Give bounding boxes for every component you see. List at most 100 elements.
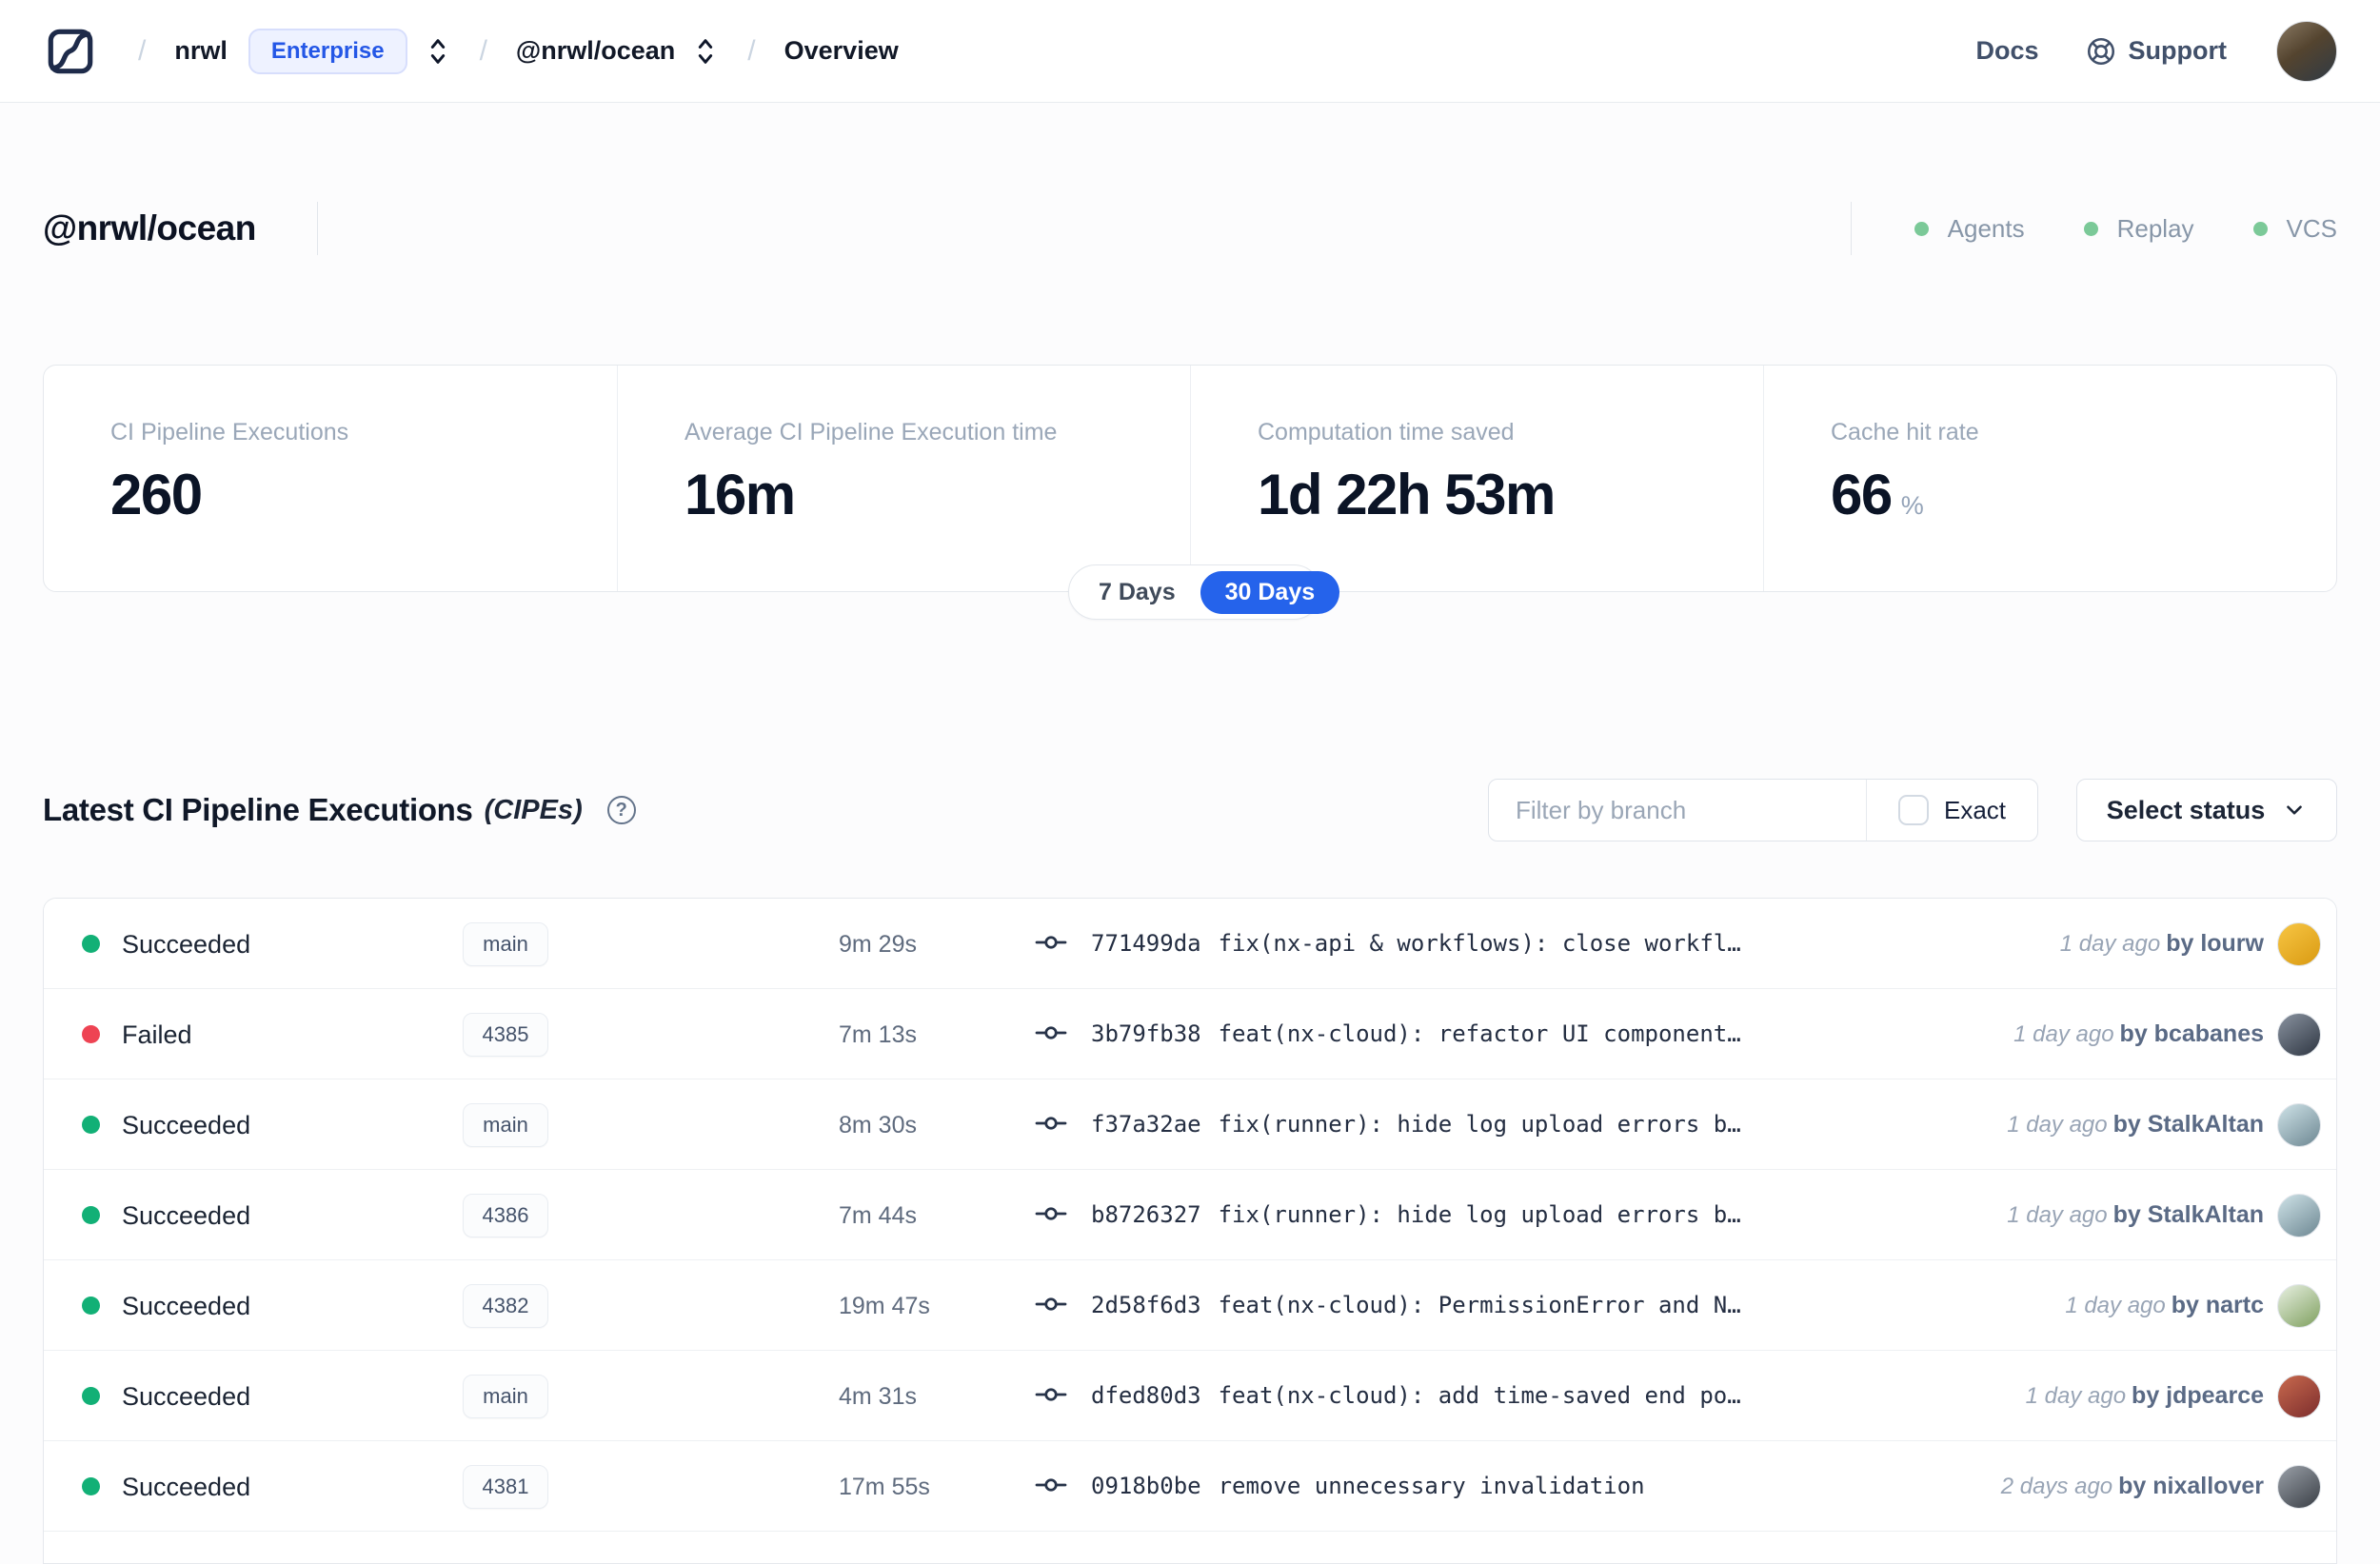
stat-card: Computation time saved 1d 22h 53m	[1190, 366, 1763, 591]
cipe-table-row[interactable]: Succeeded main 4m 31s dfed80d3 feat(nx-cl…	[44, 1351, 2336, 1441]
author-avatar	[2277, 1102, 2321, 1147]
branch-cell: main	[415, 1079, 596, 1170]
integrations-list: Agents Replay VCS	[1914, 214, 2337, 244]
commit-message: fix(runner): hide log upload errors b…	[1218, 1111, 1741, 1138]
integration-status-dot-icon	[2252, 221, 2268, 236]
integration-status[interactable]: Agents	[1914, 214, 2025, 244]
cipe-table-row[interactable]: Succeeded 4382 19m 47s 2d58f6d3 feat(nx-c…	[44, 1260, 2336, 1351]
nx-cloud-dashboard: / nrwl Enterprise / @nrwl/ocean / Overvi…	[0, 0, 2380, 1564]
author-label: by nartc	[2171, 1292, 2264, 1318]
status-select-dropdown[interactable]: Select status	[2076, 779, 2337, 841]
duration-label: 19m 47s	[839, 1293, 930, 1319]
support-link[interactable]: Support	[2085, 35, 2227, 68]
stat-value: 1d 22h 53m	[1258, 462, 1763, 527]
cipe-table-row[interactable]: Succeeded main 9m 29s 771499da fix(nx-api…	[44, 899, 2336, 989]
commit-hash: dfed80d3	[1091, 1382, 1201, 1409]
stat-value: 66%	[1831, 462, 2336, 527]
time-ago-label: 1 day ago	[2007, 1112, 2108, 1138]
support-label: Support	[2128, 36, 2227, 65]
exact-label: Exact	[1943, 795, 2007, 824]
author-label: by nixallover	[2118, 1473, 2264, 1499]
range-option-7-days[interactable]: 7 Days	[1074, 571, 1200, 614]
commit-text: dfed80d3 feat(nx-cloud): add time-saved e…	[1091, 1382, 1741, 1409]
range-option-30-days[interactable]: 30 Days	[1200, 570, 1340, 614]
help-icon[interactable]: ?	[606, 796, 636, 824]
integration-label: Replay	[2116, 213, 2194, 243]
cipe-table: Succeeded main 9m 29s 771499da fix(nx-api…	[43, 898, 2337, 1564]
commit-hash: f37a32ae	[1091, 1111, 1201, 1138]
nx-cloud-logo-icon[interactable]	[43, 24, 98, 79]
status-select-label: Select status	[2106, 795, 2266, 824]
branch-filter-input[interactable]	[1489, 780, 1866, 841]
row-meta: 1 day ago by StalkAltan	[2007, 1170, 2321, 1260]
author-label: by lourw	[2166, 930, 2264, 957]
breadcrumb-org[interactable]: nrwl	[174, 36, 228, 66]
stat-card: CI Pipeline Executions 260	[44, 366, 617, 591]
author-label: by StalkAltan	[2112, 1201, 2264, 1228]
breadcrumb-workspace[interactable]: @nrwl/ocean	[516, 36, 675, 66]
branch-cell: 4381	[415, 1441, 596, 1532]
branch-badge: 4382	[462, 1283, 549, 1328]
integration-label: VCS	[2286, 213, 2337, 243]
author-label: by StalkAltan	[2112, 1111, 2264, 1138]
branch-cell: 4385	[415, 989, 596, 1079]
branch-cell: main	[415, 899, 596, 989]
cipe-section-title: Latest CI Pipeline Executions	[43, 792, 473, 827]
cipe-table-row[interactable]: Succeeded main 8m 30s f37a32ae fix(runner…	[44, 1079, 2336, 1170]
chevron-down-icon	[2282, 798, 2307, 822]
integrations-divider	[1850, 202, 1852, 255]
date-range-toggle: 7 Days 30 Days	[1068, 564, 1340, 620]
commit-message: fix(nx-api & workflows): close workfl…	[1218, 930, 1741, 957]
time-ago-label: 1 day ago	[2013, 1021, 2114, 1047]
author-avatar	[2277, 1193, 2321, 1237]
duration-label: 8m 30s	[839, 1112, 917, 1138]
commit-text: 3b79fb38 feat(nx-cloud): refactor UI comp…	[1091, 1020, 1741, 1047]
branch-badge: main	[463, 1102, 548, 1147]
exact-match-wrap: Exact	[1866, 780, 2037, 841]
cipe-table-row[interactable]: Succeeded 4386 7m 44s b8726327 fix(runner…	[44, 1170, 2336, 1260]
stat-label: CI Pipeline Executions	[110, 419, 349, 445]
docs-link[interactable]: Docs	[1975, 36, 2038, 66]
status-label: Succeeded	[122, 1473, 251, 1501]
integration-status[interactable]: Replay	[2083, 213, 2194, 244]
time-ago-label: 2 days ago	[2000, 1474, 2113, 1499]
status-dot-icon	[82, 1025, 100, 1043]
row-meta: 2 days ago by nixallover	[2001, 1441, 2321, 1532]
status-dot-icon	[82, 935, 100, 953]
git-commit-icon	[1034, 1019, 1068, 1047]
integration-status[interactable]: VCS	[2252, 213, 2337, 244]
user-avatar[interactable]	[2276, 20, 2337, 82]
status-label: Succeeded	[122, 1292, 251, 1320]
author-avatar	[2277, 1374, 2321, 1418]
cipe-table-row[interactable]: Failed 4385 7m 13s 3b79fb38 feat(nx-cloud…	[44, 989, 2336, 1079]
integration-status-dot-icon	[2083, 221, 2098, 236]
status-label: Succeeded	[122, 1111, 251, 1139]
stat-value-number: 1d 22h 53m	[1258, 463, 1556, 526]
branch-cell: 4386	[415, 1170, 596, 1260]
breadcrumb-separator: /	[138, 34, 147, 67]
status-dot-icon	[82, 1477, 100, 1495]
author-avatar	[2277, 921, 2321, 966]
commit-message: feat(nx-cloud): PermissionError and N…	[1218, 1292, 1741, 1318]
commit-message: feat(nx-cloud): add time-saved end po…	[1218, 1382, 1741, 1409]
exact-checkbox[interactable]	[1897, 795, 1929, 825]
workspace-switcher-chevrons-icon[interactable]	[692, 35, 719, 68]
status-dot-icon	[82, 1116, 100, 1134]
integration-status-dot-icon	[1914, 221, 1929, 236]
workspace-integrations-group: Agents Replay VCS	[1850, 202, 2337, 255]
stat-label: Cache hit rate	[1831, 419, 1979, 445]
duration-label: 4m 31s	[839, 1383, 917, 1410]
stat-card: Average CI Pipeline Execution time 16m	[617, 366, 1190, 591]
org-switcher-chevrons-icon[interactable]	[425, 35, 451, 68]
workspace-title: @nrwl/ocean	[43, 208, 256, 247]
stat-label: Computation time saved	[1258, 419, 1515, 445]
git-commit-icon	[1034, 1109, 1068, 1138]
stat-value: 260	[110, 462, 617, 527]
nav-right-group: Docs Support	[1975, 20, 2337, 82]
status-label: Failed	[122, 1020, 192, 1049]
cipe-table-row[interactable]: Succeeded 4381 17m 55s 0918b0be remove un…	[44, 1441, 2336, 1532]
branch-cell: main	[415, 1351, 596, 1441]
breadcrumb-separator: /	[479, 34, 487, 67]
commit-hash: b8726327	[1091, 1201, 1201, 1228]
duration-label: 7m 13s	[839, 1021, 917, 1048]
